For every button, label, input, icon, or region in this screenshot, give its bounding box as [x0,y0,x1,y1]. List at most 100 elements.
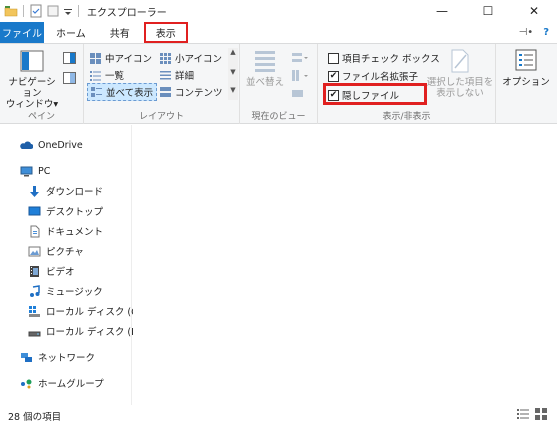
preview-pane-icon[interactable] [63,52,76,64]
group-label-show-hide: 表示/非表示 [382,112,431,122]
options-icon [514,48,538,74]
nav-item-local-disk-c[interactable]: ローカル ディスク (C:) [28,304,145,318]
network-icon [20,351,33,364]
details-view-toggle-icon[interactable] [517,408,529,420]
documents-icon [28,225,41,238]
download-arrow-icon [28,185,41,198]
nav-item-label: デスクトップ [46,207,104,218]
tab-home[interactable]: ホーム [44,22,98,43]
ribbon-tabs: ファイル ホーム 共有 表示 ⊣• ? [0,22,557,44]
large-icons-toggle-icon[interactable] [535,408,547,420]
title-bar: エクスプローラー — ☐ ✕ [0,0,557,22]
layout-details[interactable]: 詳細 [160,68,194,82]
layout-content[interactable]: コンテンツ [160,85,223,99]
tiles-view-icon [91,86,103,98]
nav-item-local-disk-e[interactable]: ローカル ディスク (E:) [28,324,144,338]
file-list-area[interactable] [133,125,557,405]
nav-item-pc[interactable]: PC [20,165,50,178]
drive-icon [28,325,41,338]
nav-item-videos[interactable]: ビデオ [28,264,75,278]
nav-item-music[interactable]: ミュージック [28,284,103,298]
ribbon-tab-controls: ⊣• ? [519,22,557,43]
nav-item-onedrive[interactable]: OneDrive [20,139,83,152]
size-columns-icon[interactable] [292,88,308,100]
sort-by-label: 並べ替え [245,77,284,88]
customize-toolbar-icon[interactable] [63,4,73,18]
layout-medium-icons[interactable]: 中アイコン [90,51,152,65]
navigation-pane-button[interactable]: ナビゲーション ウィンドウ▾ [4,48,60,110]
nav-item-label: ダウンロード [46,187,104,198]
hide-selected-items-button[interactable]: 選択した項目を 表示しない [426,48,494,99]
group-show-hide: 項目チェック ボックス ✔ ファイル名拡張子 ✔ 隠しファイル 選択した項目を … [318,44,496,124]
videos-icon [28,265,41,278]
nav-item-label: ホームグループ [38,379,104,390]
scroll-up-arrow-icon[interactable]: ▲ [228,48,238,56]
nav-item-label: ネットワーク [38,353,96,364]
nav-item-desktop[interactable]: デスクトップ [28,204,103,218]
nav-item-documents[interactable]: ドキュメント [28,224,103,238]
homegroup-icon [20,377,33,390]
nav-item-label: ローカル ディスク (E:) [46,327,144,338]
navigation-pane-icon [19,48,45,74]
layout-list[interactable]: 一覧 [90,68,124,82]
details-pane-icon[interactable] [63,72,76,84]
details-view-icon [160,70,172,81]
list-view-icon [90,70,102,81]
status-bar: 28 個の項目 [0,405,557,427]
scroll-down-arrow-icon[interactable]: ▼ [228,68,238,76]
nav-item-label: ピクチャ [46,247,84,258]
close-button[interactable]: ✕ [511,0,557,22]
sort-by-button[interactable]: 並べ替え [244,48,286,88]
ribbon: ナビゲーション ウィンドウ▾ ペイン 中アイコン 小アイコン 一覧 詳細 並べて… [0,44,557,124]
group-layout: 中アイコン 小アイコン 一覧 詳細 並べて表示 コンテンツ ▲ ▼ ▼ レイアウ… [84,44,240,124]
sort-by-icon [253,48,277,74]
nav-item-label: PC [38,166,51,177]
pin-ribbon-icon[interactable]: ⊣• [519,27,534,38]
nav-item-homegroup[interactable]: ホームグループ [20,376,104,390]
music-note-icon [28,284,41,298]
nav-item-downloads[interactable]: ダウンロード [28,184,103,198]
add-columns-icon[interactable] [292,70,308,82]
group-by-icon[interactable] [292,52,308,64]
nav-item-network[interactable]: ネットワーク [20,350,95,364]
desktop-icon [28,205,41,218]
help-icon[interactable]: ? [543,27,549,38]
maximize-button[interactable]: ☐ [465,0,511,22]
options-button[interactable]: オプション [500,48,552,88]
layout-tiles[interactable]: 並べて表示 [87,83,158,101]
minimize-button[interactable]: — [419,0,465,22]
layout-list-label: 一覧 [105,71,125,82]
group-options: オプション [496,44,557,124]
file-extensions-label: ファイル名拡張子 [342,72,419,83]
group-label-layout: レイアウト [138,112,184,122]
nav-item-label: ビデオ [46,267,75,278]
item-checkboxes-toggle[interactable]: 項目チェック ボックス [328,51,440,65]
layout-details-label: 詳細 [175,71,195,82]
onedrive-icon [20,139,34,152]
file-extensions-toggle[interactable]: ✔ ファイル名拡張子 [328,69,418,83]
group-label-current-view: 現在のビュー [251,112,306,122]
tab-share[interactable]: 共有 [98,22,142,43]
properties-icon[interactable] [29,4,43,18]
group-current-view: 並べ替え 現在のビュー [240,44,318,124]
pictures-icon [28,245,41,258]
layout-small-icons[interactable]: 小アイコン [160,51,222,65]
file-extensions-checkbox[interactable]: ✔ [328,70,339,82]
nav-item-label: ローカル ディスク (C:) [46,307,145,318]
hide-selected-items-icon [449,48,471,74]
expand-gallery-icon[interactable]: ▼ [228,86,238,94]
medium-icons-icon [90,52,102,64]
hidden-files-highlight [323,83,427,105]
folder-icon[interactable] [4,4,18,18]
group-label-pane: ペイン [27,112,55,122]
new-folder-icon[interactable] [46,4,60,18]
tab-view[interactable]: 表示 [143,22,188,43]
navigation-pane-label-1: ナビゲーション [8,77,56,99]
nav-item-label: ドキュメント [46,227,104,238]
tab-file[interactable]: ファイル [0,22,44,43]
nav-item-pictures[interactable]: ピクチャ [28,244,84,258]
window-controls: — ☐ ✕ [419,0,557,22]
layout-gallery-scroll[interactable]: ▲ ▼ ▼ [228,48,238,100]
item-checkboxes-checkbox[interactable] [328,52,339,64]
layout-medium-icons-label: 中アイコン [105,54,153,65]
